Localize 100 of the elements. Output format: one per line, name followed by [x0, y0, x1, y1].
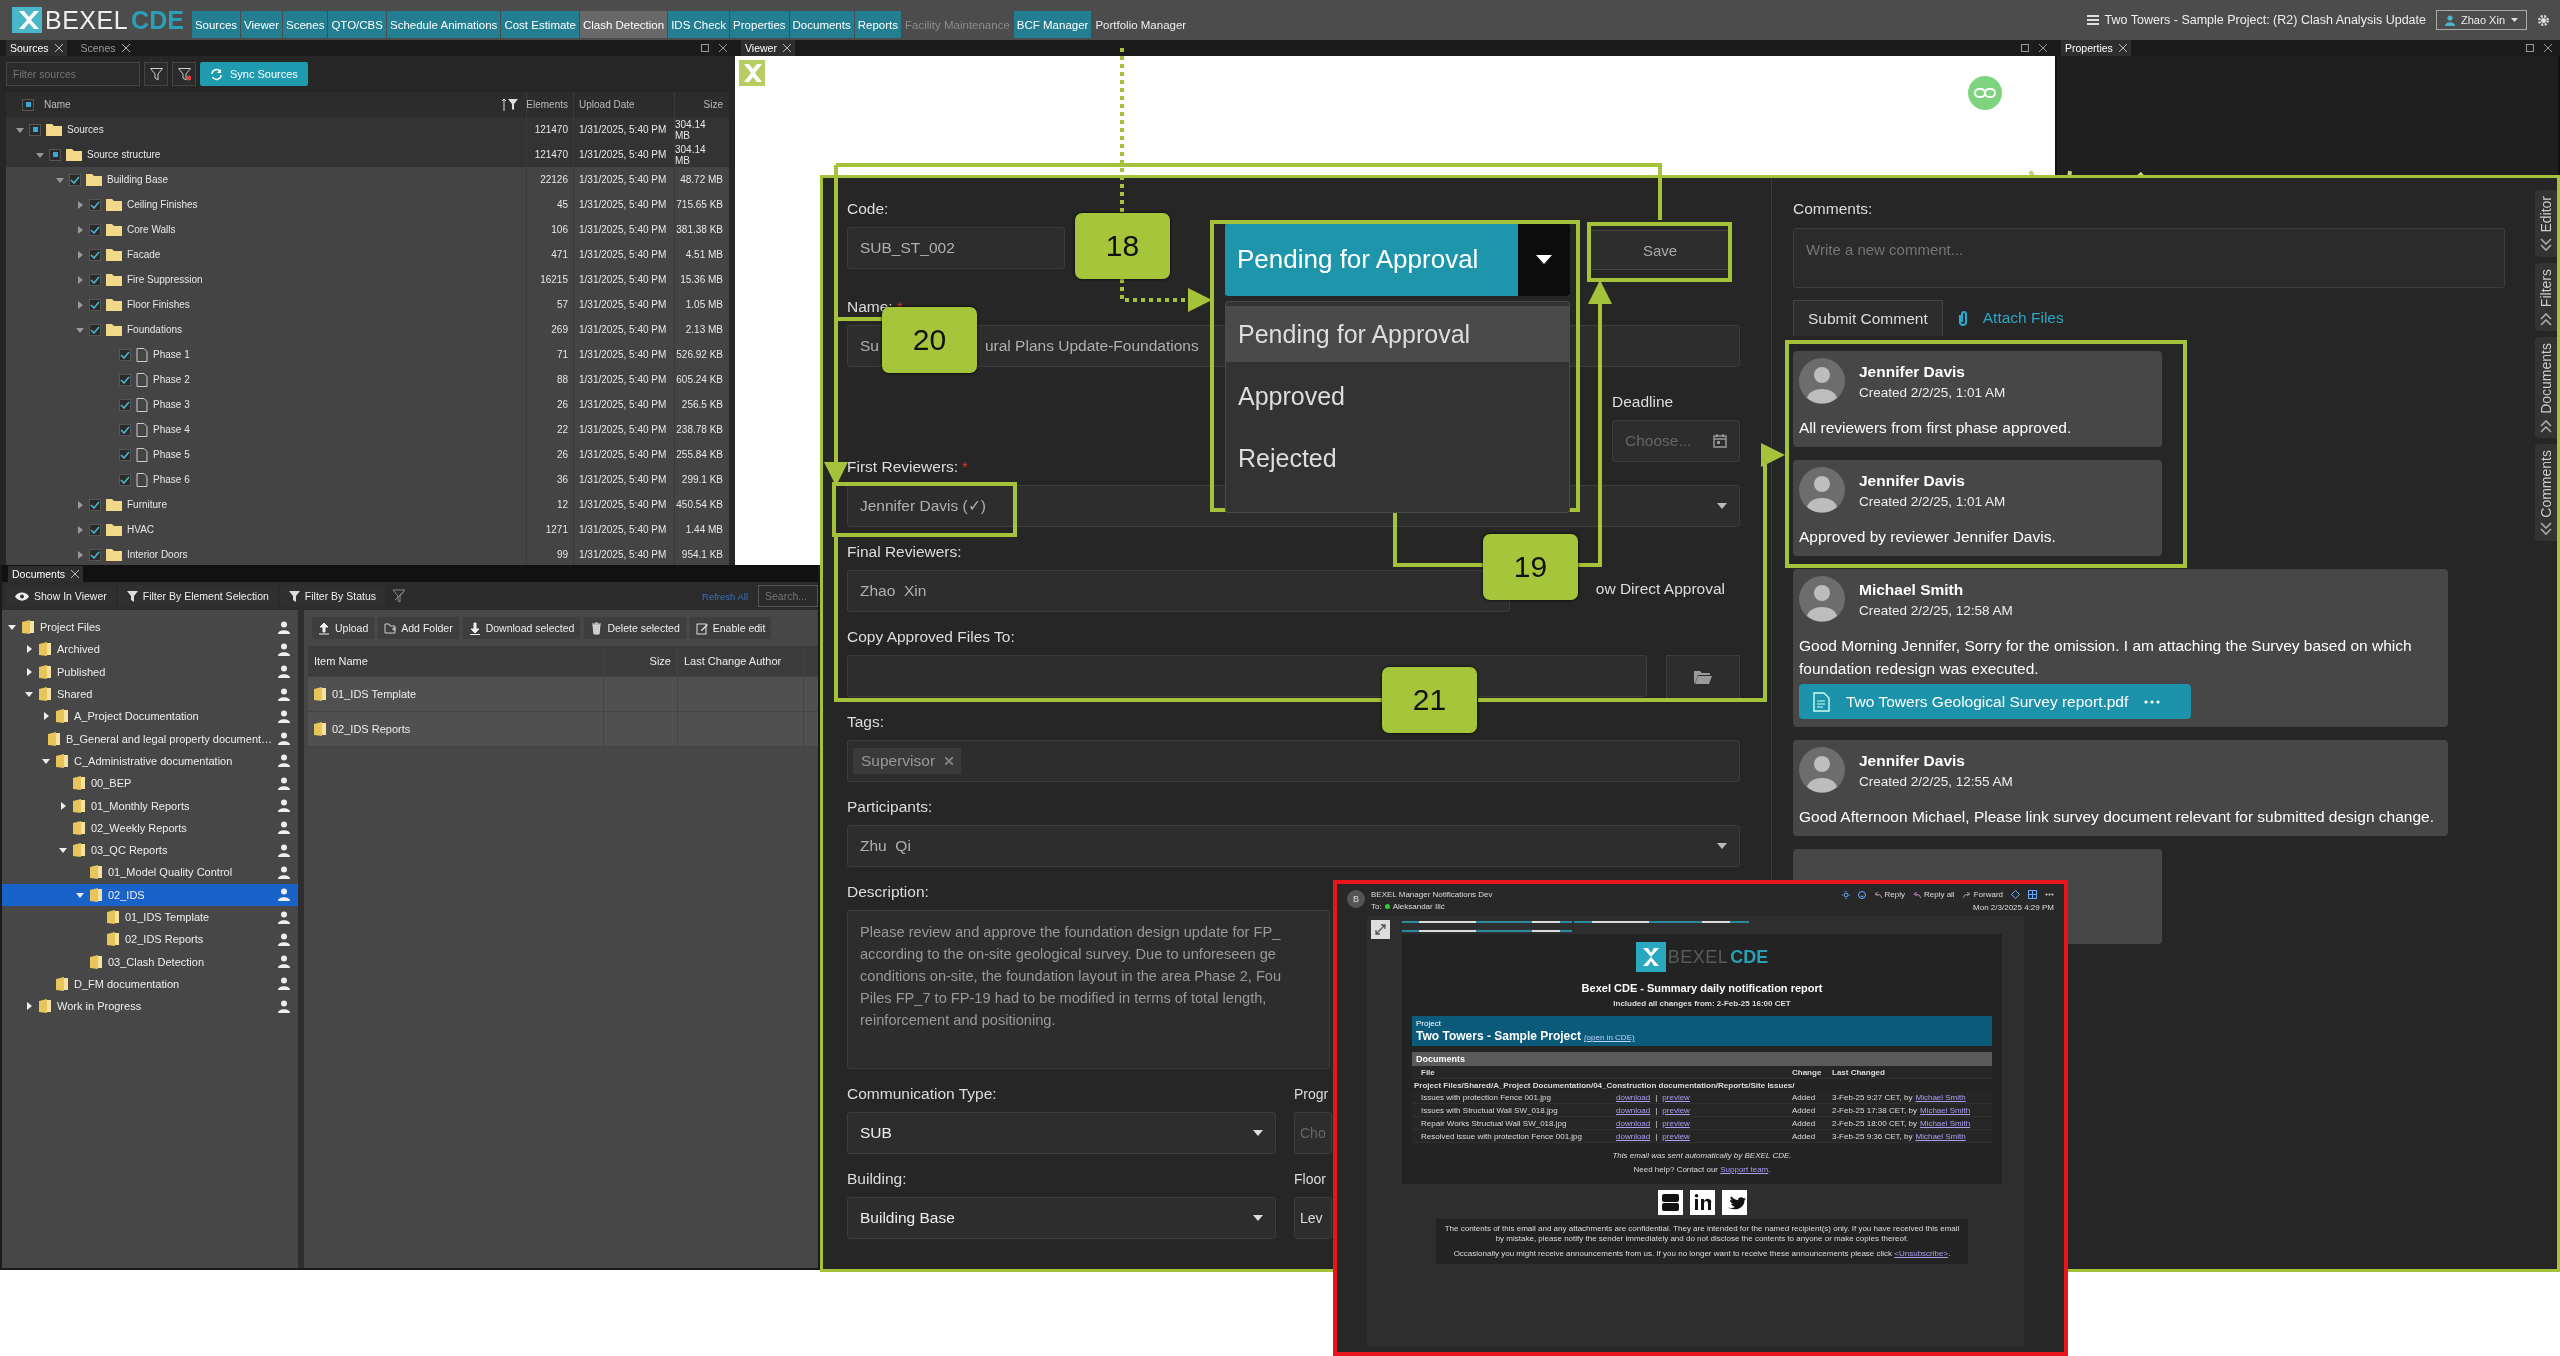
tree-label: Source structure [87, 149, 161, 160]
table-cell: 450.54 KB [674, 492, 728, 517]
table-cell: 121470 [526, 142, 573, 167]
field-label: Code: [847, 200, 889, 218]
table-cell: 2-Feb-25 18:00 CET, by [1832, 1118, 1917, 1128]
table-cell: 4.51 MB [674, 242, 728, 267]
separator: | [1655, 1118, 1658, 1128]
table-cell: 381.38 KB [674, 217, 728, 242]
table-cell: 48.72 MB [674, 167, 728, 192]
table-cell-text: Added [1792, 1092, 1817, 1102]
table-cell: 57 [526, 292, 573, 317]
table-cell: 01_IDS Template [308, 677, 604, 711]
table-cell: 36 [526, 467, 573, 492]
file-name: Resolved issue with protection Fence 001.jpg [1421, 1131, 1583, 1141]
table-cell: 1/31/2025, 5:40 PM [573, 492, 674, 517]
column-header: Change [1792, 1067, 1823, 1077]
column-header: Last Change Author [678, 646, 804, 676]
tree-label: Ceiling Finishes [127, 199, 198, 210]
table-cell: 1/31/2025, 5:40 PM [573, 167, 674, 192]
table-cell: 605.24 KB [674, 367, 728, 392]
comment-text: Good Afternoon Michael, Please link survey document relevant for submitted design change. [1799, 807, 2435, 827]
tree-label: Foundations [127, 324, 183, 335]
logo-text: CDE [131, 5, 184, 35]
table-cell: 1/31/2025, 5:40 PM [573, 442, 674, 467]
tree-label: Interior Doors [127, 549, 188, 560]
callout-number: 18 [1075, 213, 1170, 279]
column-header: File [1420, 1067, 1436, 1077]
table-cell: 3-Feb-25 9:36 CET, by [1832, 1131, 1913, 1141]
project-name: Two Towers - Sample Project [1416, 1029, 1581, 1043]
tree-label: Core Walls [127, 224, 176, 235]
field-label: Participants: [847, 798, 933, 816]
table-cell: 45 [526, 192, 573, 217]
separator: | [1655, 1092, 1658, 1102]
field-label: Building: [847, 1170, 907, 1188]
field-label: Name: [847, 298, 893, 316]
separator: | [1655, 1131, 1658, 1141]
table-cell: 1/31/2025, 5:40 PM [573, 292, 674, 317]
tree-label: Facade [127, 249, 161, 260]
table-cell: 2.13 MB [674, 317, 728, 342]
field-label: Tags: [847, 713, 885, 731]
unsubscribe-text: Occasionally you might receive announcements from us. If you no longer want to receive these announcements please click <Unsubscribe>. [1452, 1249, 1952, 1259]
table-cell: 1/31/2025, 5:40 PM [573, 342, 674, 367]
table-cell: 256.5 KB [674, 392, 728, 417]
comment-author: Jennifer Davis [1859, 362, 1966, 381]
file-name: Issues with protection Fence 001.jpg [1421, 1092, 1552, 1102]
comment-author: Jennifer Davis [1859, 471, 1966, 490]
callout-number: 21 [1382, 667, 1477, 733]
table-cell: 1/31/2025, 5:40 PM [573, 417, 674, 442]
email-title: Bexel CDE - Summary daily notification report [1581, 982, 1823, 994]
required-mark: * [896, 298, 903, 316]
section-header: Documents [1412, 1052, 1992, 1066]
file-name: Issues with Structual Wall SW_018.jpg [1421, 1105, 1559, 1115]
table-cell: 88 [526, 367, 573, 392]
field-label: Description: [847, 883, 929, 901]
table-cell: 1/31/2025, 5:40 PM [573, 517, 674, 542]
field-label: Deadline [1612, 393, 1674, 411]
separator: | [1655, 1105, 1658, 1115]
table-cell: 71 [526, 342, 573, 367]
project-label: Project [1416, 1019, 1442, 1028]
comment-author: Michael Smith [1859, 580, 1965, 599]
tree-label: Phase 4 [153, 424, 190, 435]
table-cell: 299.1 KB [674, 467, 728, 492]
table-cell: 02_IDS Reports [308, 712, 604, 746]
comment-date: Created 2/2/25, 1:01 AM [1859, 384, 2006, 400]
field-label: Final Reviewers: [847, 543, 962, 561]
logo-text: CDE [1730, 946, 1769, 968]
table-cell: 3-Feb-25 9:27 CET, by [1832, 1092, 1913, 1102]
auto-note: This email was sent automatically by BEXEL CDE. [1612, 1151, 1792, 1160]
table-cell: 1.44 MB [674, 517, 728, 542]
table-cell: 1/31/2025, 5:40 PM [573, 242, 674, 267]
tree-label: Building Base [107, 174, 169, 185]
comment-author: Jennifer Davis [1859, 751, 1966, 770]
table-cell: 304.14 MB [674, 142, 728, 167]
help-text: Need help? Contact our Support team. [1633, 1165, 1771, 1174]
table-cell-text: Added [1792, 1131, 1817, 1141]
table-cell: 22126 [526, 167, 573, 192]
checkbox-label: ow Direct Approval [1595, 580, 1725, 598]
table-cell-text: Added [1792, 1105, 1817, 1115]
to-label: To: [1371, 902, 1382, 911]
table-cell: 1/31/2025, 5:40 PM [573, 217, 674, 242]
tree-label: Floor Finishes [127, 299, 190, 310]
email-date: Mon 2/3/2025 4:29 PM [1973, 903, 2054, 912]
tree-label: Phase 6 [153, 474, 190, 485]
table-cell: 1/31/2025, 5:40 PM [573, 267, 674, 292]
disclaimer-text: The contents of this email and any attachments are confidential. They are intended for the named recipient(s) only. If you have received this email by mistake, please notify the sender immediately and do not disclose the contents to anyone or make copies thereof. [1443, 1224, 1961, 1244]
table-cell: 526.92 KB [674, 342, 728, 367]
tree-label: Phase 2 [153, 374, 190, 385]
tree-label: Phase 1 [153, 349, 190, 360]
sender-name: BEXEL Manager Notifications Dev [1371, 890, 1493, 899]
table-cell: 1/31/2025, 5:40 PM [573, 367, 674, 392]
logo-text: BEXEL [45, 5, 129, 35]
tree-label: Sources [67, 124, 104, 135]
tree-label: Furniture [127, 499, 167, 510]
table-cell: 715.65 KB [674, 192, 728, 217]
table-cell: 2-Feb-25 17:38 CET, by [1832, 1105, 1917, 1115]
column-header: Name [44, 99, 71, 110]
tree-label: HVAC [127, 524, 155, 535]
tree-label: Fire Suppression [127, 274, 203, 285]
table-cell: 26 [526, 392, 573, 417]
field-label: Floor [1294, 1170, 1327, 1189]
